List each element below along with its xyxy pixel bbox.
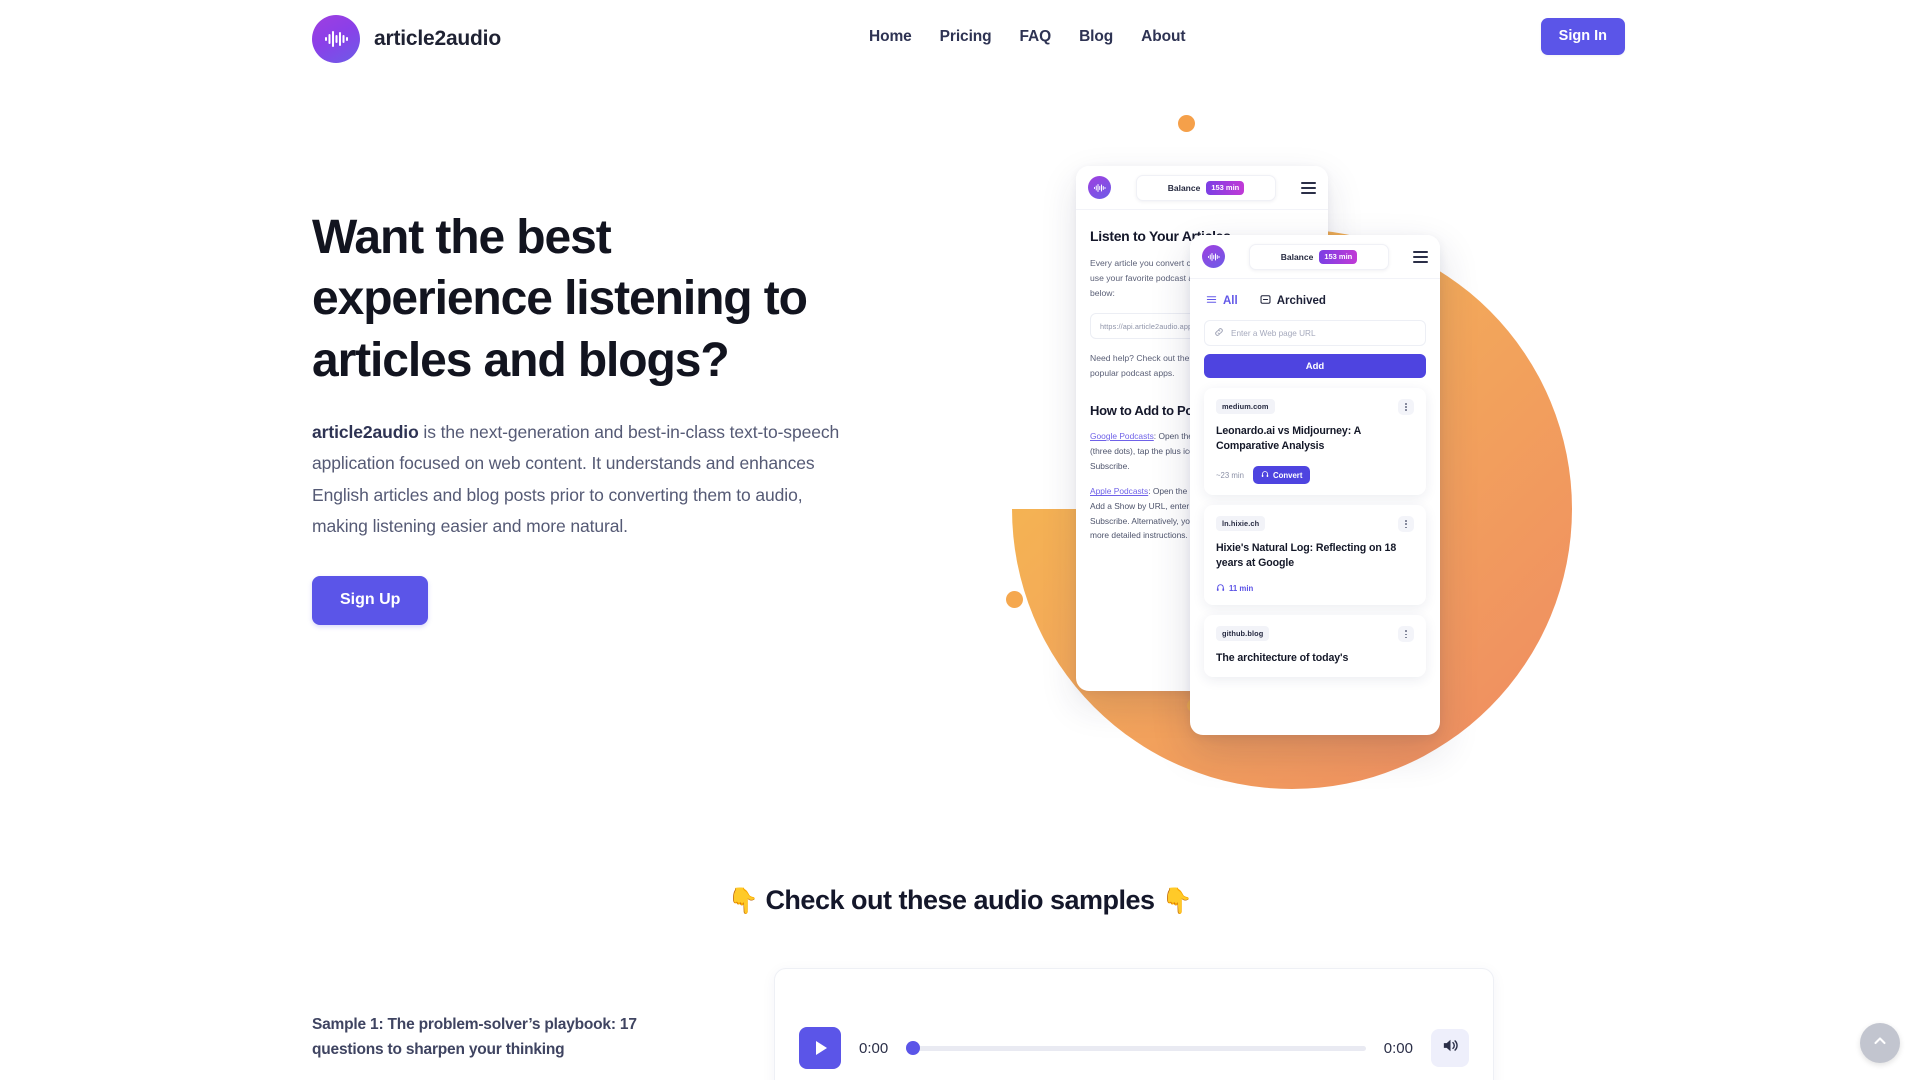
landing-page: article2audio Home Pricing FAQ Blog Abou…: [0, 0, 1920, 1080]
headphones-icon: [1261, 470, 1269, 480]
hamburger-icon[interactable]: [1413, 250, 1428, 263]
article-card[interactable]: ln.hixie.ch Hixie's Natural Log: Reflect…: [1204, 505, 1426, 606]
kebab-menu-icon[interactable]: [1398, 399, 1414, 415]
sign-in-button[interactable]: Sign In: [1540, 18, 1625, 55]
article-card[interactable]: github.blog The architecture of today's: [1204, 615, 1426, 678]
article-source: ln.hixie.ch: [1216, 516, 1266, 532]
mockup-url-placeholder: Enter a Web page URL: [1231, 328, 1316, 338]
total-time: 0:00: [1383, 1039, 1413, 1057]
tab-all-label: All: [1223, 295, 1238, 307]
tab-all[interactable]: All: [1206, 294, 1238, 308]
convert-button-label: Convert: [1272, 470, 1303, 480]
audio-waveform-icon: [312, 15, 360, 63]
samples-heading-text: Check out these audio samples: [765, 885, 1155, 915]
balance-value: 153 min: [1319, 249, 1358, 264]
hero-description: article2audio is the next-generation and…: [312, 417, 842, 542]
kebab-menu-icon[interactable]: [1398, 516, 1414, 533]
hamburger-icon[interactable]: [1301, 181, 1316, 194]
decorative-dot: [1178, 115, 1195, 132]
list-icon: [1206, 294, 1217, 308]
samples-heading: 👇 Check out these audio samples 👇: [0, 885, 1920, 916]
brand-logo-link[interactable]: article2audio: [312, 15, 501, 63]
pointing-down-emoji-left: 👇: [727, 887, 759, 915]
scroll-to-top-button[interactable]: [1860, 1023, 1900, 1063]
article-title: Hixie's Natural Log: Reflecting on 18 ye…: [1216, 542, 1397, 569]
article-duration: 11 min: [1216, 583, 1253, 594]
balance-pill: Balance 153 min: [1249, 243, 1389, 270]
archive-icon: [1260, 294, 1271, 308]
pointing-down-emoji-right: 👇: [1161, 887, 1193, 915]
audio-player: 0:00 0:00: [774, 968, 1494, 1080]
sample-label: Sample 1: The problem-solver’s playbook:…: [312, 1016, 637, 1058]
article-card[interactable]: medium.com Leonardo.ai vs Midjourney: A …: [1204, 388, 1426, 496]
tab-archived-label: Archived: [1276, 295, 1326, 307]
chevron-up-icon: [1872, 1033, 1888, 1054]
article-card-header: ln.hixie.ch: [1216, 516, 1414, 533]
add-button[interactable]: Add: [1204, 354, 1426, 378]
balance-label: Balance: [1280, 251, 1314, 262]
tab-archived[interactable]: Archived: [1260, 294, 1326, 308]
kebab-menu-icon[interactable]: [1398, 626, 1414, 643]
sign-up-button[interactable]: Sign Up: [312, 575, 429, 625]
google-podcasts-link[interactable]: Google Podcasts: [1090, 431, 1154, 441]
volume-button[interactable]: [1431, 1029, 1469, 1067]
nav-item-home[interactable]: Home: [855, 28, 926, 46]
hero-section: Want the best experience listening to ar…: [0, 79, 1920, 849]
mockup-topbar: Balance 153 min: [1076, 166, 1328, 210]
volume-icon: [1441, 1036, 1460, 1060]
nav-item-blog[interactable]: Blog: [1065, 28, 1127, 46]
main-nav: Home Pricing FAQ Blog About: [855, 28, 1199, 46]
article-title: The architecture of today's: [1216, 652, 1349, 665]
play-icon: [816, 1041, 827, 1055]
mockup-url-input[interactable]: Enter a Web page URL: [1204, 320, 1426, 346]
nav-item-faq[interactable]: FAQ: [1006, 28, 1066, 46]
hero-illustration: Balance 153 min Listen to Your Articles …: [1000, 109, 1620, 809]
page-title: Want the best experience listening to ar…: [312, 211, 808, 387]
article-card-footer: ~23 min Convert: [1216, 466, 1414, 485]
article-source: github.blog: [1216, 626, 1270, 642]
balance-label: Balance: [1167, 182, 1201, 193]
hero-copy: Want the best experience listening to ar…: [312, 207, 872, 625]
headphones-icon: [1216, 583, 1225, 594]
seek-knob[interactable]: [906, 1041, 921, 1055]
site-header: article2audio Home Pricing FAQ Blog Abou…: [0, 0, 1920, 79]
decorative-dot: [1006, 591, 1023, 608]
article-card-header: medium.com: [1216, 399, 1414, 415]
hero-description-brand: article2audio: [312, 422, 419, 443]
play-button[interactable]: [799, 1027, 841, 1069]
mockup-mobile-card: Balance 153 min All Archived Enter a Web…: [1190, 235, 1440, 735]
mockup-topbar: Balance 153 min: [1190, 235, 1440, 279]
article-source: medium.com: [1216, 399, 1275, 414]
link-icon: [1214, 324, 1224, 342]
balance-value: 153 min: [1206, 180, 1245, 195]
apple-podcasts-link[interactable]: Apple Podcasts: [1090, 486, 1148, 496]
article-title: Leonardo.ai vs Midjourney: A Comparative…: [1216, 425, 1361, 452]
nav-item-pricing[interactable]: Pricing: [926, 28, 1006, 46]
mockup-tabs: All Archived: [1190, 279, 1440, 318]
article-card-header: github.blog: [1216, 626, 1414, 643]
seek-track: [906, 1045, 1366, 1051]
seek-slider[interactable]: [906, 1039, 1366, 1057]
audio-waveform-icon: [1202, 245, 1225, 268]
nav-item-about[interactable]: About: [1127, 28, 1199, 46]
current-time: 0:00: [859, 1039, 889, 1057]
convert-button[interactable]: Convert: [1252, 466, 1311, 485]
balance-pill: Balance 153 min: [1136, 174, 1276, 201]
article-duration: ~23 min: [1216, 470, 1244, 480]
article-duration-label: 11 min: [1229, 584, 1254, 594]
brand-name: article2audio: [374, 27, 501, 50]
article-card-footer: 11 min: [1216, 583, 1414, 594]
sample-row: Sample 1: The problem-solver’s playbook:…: [312, 968, 1605, 1080]
audio-waveform-icon: [1088, 176, 1111, 199]
